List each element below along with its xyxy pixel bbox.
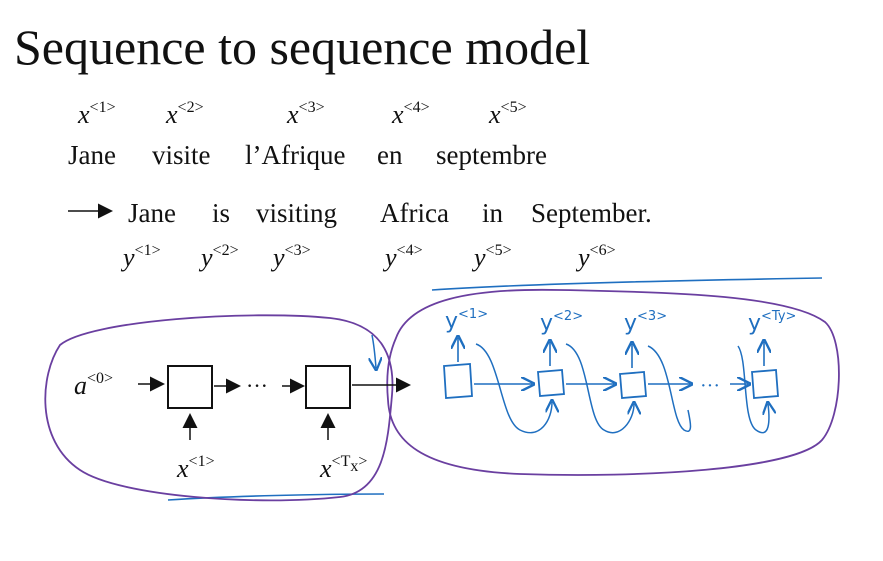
decoder-output-label-last: y<Ty> bbox=[748, 309, 796, 336]
encoder-ellipsis: ··· bbox=[246, 373, 268, 398]
handwritten-entry-arrow bbox=[372, 334, 376, 368]
decoder-cell-3 bbox=[619, 371, 647, 399]
feedback-loop-1 bbox=[475, 343, 552, 434]
slide-title: Sequence to sequence model bbox=[14, 19, 590, 75]
feedback-loop-2 bbox=[565, 343, 634, 434]
encoder-cell-last bbox=[305, 365, 351, 409]
source-sentence: Jane visite l’Afrique en septembre bbox=[68, 140, 547, 170]
decoder-cell-2 bbox=[537, 369, 565, 397]
source-word: Jane bbox=[68, 140, 116, 170]
encoder-input-label-last: x<Tx> bbox=[319, 453, 367, 483]
target-word: visiting bbox=[256, 198, 337, 228]
input-token-5: x<5> bbox=[488, 99, 527, 129]
output-token-2: y<2> bbox=[198, 242, 239, 272]
feedback-loop-3 bbox=[647, 345, 692, 433]
decoder-output-label-2: y<2> bbox=[540, 309, 583, 336]
slide: Sequence to sequence model x<1> x<2> x<3… bbox=[0, 0, 883, 561]
initial-activation-label: a<0> bbox=[74, 370, 113, 400]
annotation-underline-top bbox=[431, 277, 823, 291]
target-word: Africa bbox=[380, 198, 449, 228]
decoder-cell-last bbox=[751, 369, 779, 399]
decoder-cell-1 bbox=[443, 363, 473, 399]
output-token-row: y<1> y<2> y<3> y<4> y<5> y<6> bbox=[120, 242, 616, 272]
input-token-3: x<3> bbox=[286, 99, 325, 129]
input-token-row: x<1> x<2> x<3> x<4> x<5> bbox=[77, 99, 527, 129]
source-word: l’Afrique bbox=[245, 140, 345, 170]
target-word: Jane bbox=[128, 198, 176, 228]
output-token-1: y<1> bbox=[120, 242, 161, 272]
input-token-1: x<1> bbox=[77, 99, 116, 129]
input-token-4: x<4> bbox=[391, 99, 430, 129]
encoder-input-label-1: x<1> bbox=[176, 453, 215, 483]
diagram-canvas: Sequence to sequence model x<1> x<2> x<3… bbox=[14, 19, 840, 502]
decoder-output-label-3: y<3> bbox=[624, 309, 667, 336]
target-sentence: Jane is visiting Africa in September. bbox=[128, 198, 652, 228]
target-word: in bbox=[482, 198, 504, 228]
output-token-4: y<4> bbox=[382, 242, 423, 272]
source-word: en bbox=[377, 140, 403, 170]
decoder-ellipsis: ··· bbox=[700, 375, 720, 397]
target-word: September. bbox=[531, 198, 652, 228]
output-token-6: y<6> bbox=[575, 242, 616, 272]
input-token-2: x<2> bbox=[165, 99, 204, 129]
source-word: septembre bbox=[436, 140, 547, 170]
encoder-cell-1 bbox=[167, 365, 213, 409]
output-token-5: y<5> bbox=[471, 242, 512, 272]
decoder-output-label-1: y<1> bbox=[445, 307, 488, 334]
source-word: visite bbox=[152, 140, 211, 170]
target-word: is bbox=[212, 198, 230, 228]
output-token-3: y<3> bbox=[270, 242, 311, 272]
